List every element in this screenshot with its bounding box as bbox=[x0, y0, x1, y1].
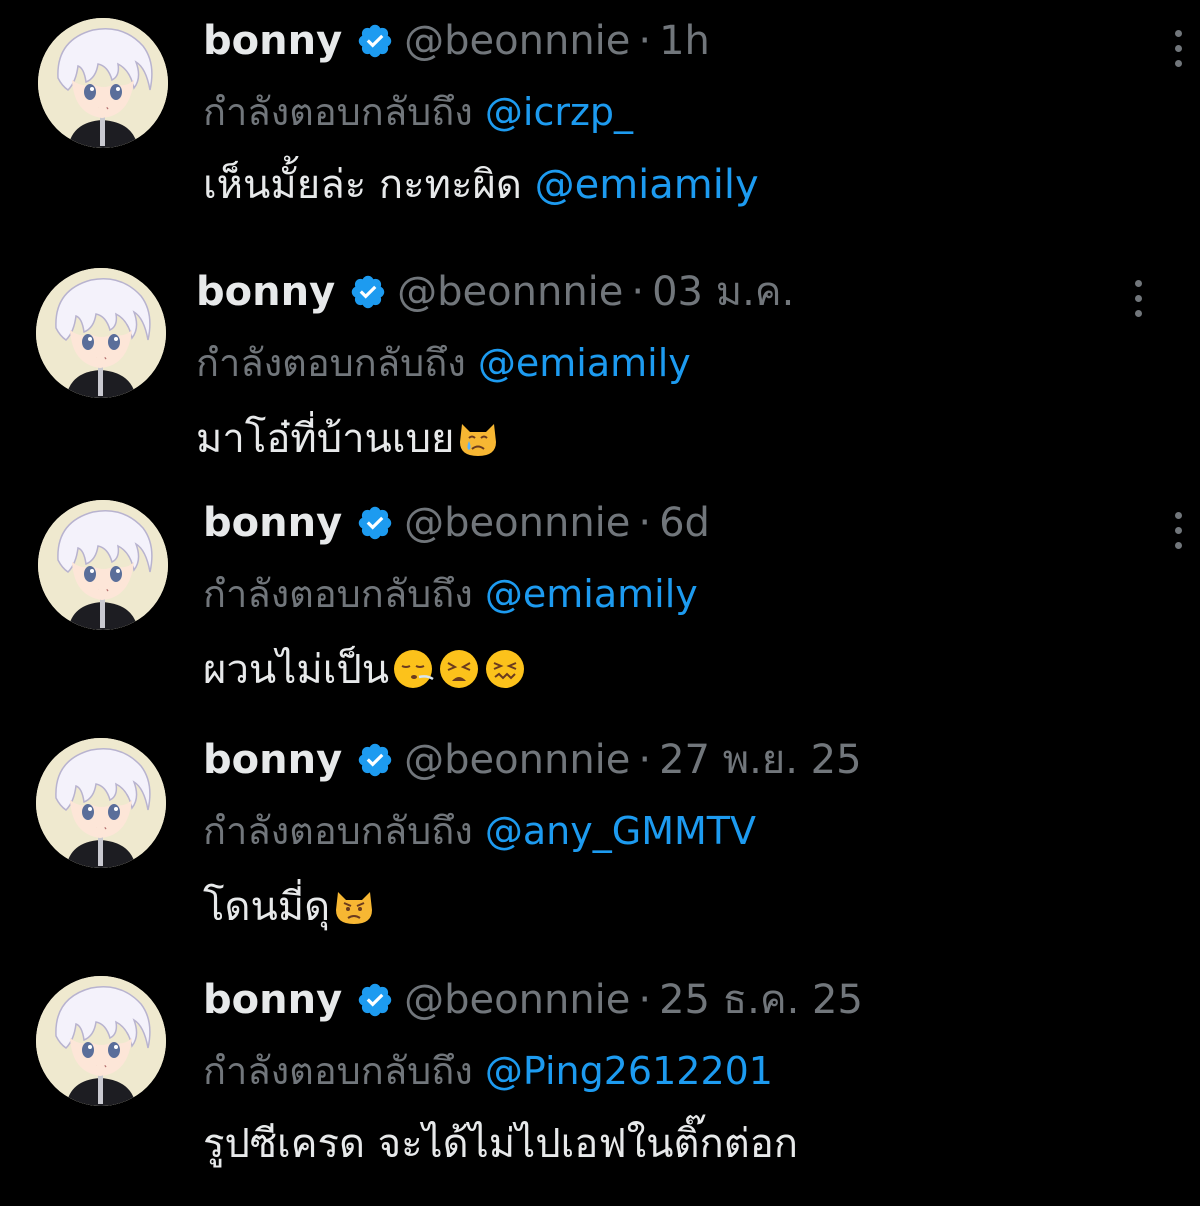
avatar[interactable] bbox=[38, 500, 168, 630]
separator-dot: · bbox=[638, 500, 652, 546]
tweet-text: ผวนไม่เป็น bbox=[203, 647, 527, 691]
replying-to-line: กำลังตอบกลับถึง @emiamily bbox=[196, 344, 691, 382]
pouting-cat-face-emoji bbox=[332, 884, 376, 928]
user-handle[interactable]: @beonnnie bbox=[404, 18, 630, 64]
avatar[interactable] bbox=[36, 268, 166, 398]
tweet-header: bonny @beonnnie · 1h bbox=[203, 21, 710, 61]
display-name[interactable]: bonny bbox=[196, 269, 335, 315]
replying-to-line: กำลังตอบกลับถึง @emiamily bbox=[203, 575, 698, 613]
separator-dot: · bbox=[638, 18, 652, 64]
tired-face-emoji bbox=[437, 647, 481, 691]
verified-badge-icon bbox=[349, 273, 387, 311]
separator-dot: · bbox=[638, 977, 652, 1023]
more-options-icon[interactable] bbox=[1168, 26, 1188, 72]
timestamp[interactable]: 25 ธ.ค. 25 bbox=[659, 977, 863, 1023]
replying-to-line: กำลังตอบกลับถึง @Ping2612201 bbox=[203, 1052, 773, 1090]
timestamp[interactable]: 1h bbox=[659, 18, 710, 64]
tweet-header: bonny @beonnnie · 6d bbox=[203, 503, 710, 543]
replying-to-line: กำลังตอบกลับถึง @any_GMMTV bbox=[203, 812, 756, 850]
tweet-text: โดนมี่ดุ bbox=[203, 884, 376, 928]
verified-badge-icon bbox=[356, 981, 394, 1019]
timestamp[interactable]: 03 ม.ค. bbox=[652, 269, 794, 315]
display-name[interactable]: bonny bbox=[203, 737, 342, 783]
display-name[interactable]: bonny bbox=[203, 18, 342, 64]
verified-badge-icon bbox=[356, 22, 394, 60]
user-handle[interactable]: @beonnnie bbox=[404, 977, 630, 1023]
tweet-text-content: รูปซีเครด จะได้ไม่ไปเอฟในติ๊กต่อก bbox=[203, 1121, 798, 1167]
replying-to-label: กำลังตอบกลับถึง bbox=[196, 341, 466, 385]
avatar[interactable] bbox=[38, 18, 168, 148]
text-mention-link[interactable]: @emiamily bbox=[535, 162, 759, 208]
reply-mention-link[interactable]: @emiamily bbox=[478, 341, 691, 385]
tweet-item[interactable]: bonny @beonnnie · 25 ธ.ค. 25 กำลังตอบกลับถึ… bbox=[0, 976, 1200, 1206]
tweet-text: เห็นมั้ยล่ะ กะทะผิด @emiamily bbox=[203, 165, 759, 205]
tweet-header: bonny @beonnnie · 25 ธ.ค. 25 bbox=[203, 980, 863, 1020]
display-name[interactable]: bonny bbox=[203, 977, 342, 1023]
more-options-icon[interactable] bbox=[1168, 508, 1188, 554]
verified-badge-icon bbox=[356, 741, 394, 779]
confounded-face-emoji bbox=[483, 647, 527, 691]
tweet-text: รูปซีเครด จะได้ไม่ไปเอฟในติ๊กต่อก bbox=[203, 1124, 798, 1164]
crying-cat-face-emoji bbox=[456, 416, 500, 460]
replying-to-label: กำลังตอบกลับถึง bbox=[203, 90, 473, 134]
face-exhaling-emoji bbox=[391, 647, 435, 691]
tweet-item[interactable]: bonny @beonnnie · 6d กำลังตอบกลับถึง @emiam… bbox=[0, 500, 1200, 730]
reply-mention-link[interactable]: @any_GMMTV bbox=[485, 809, 756, 853]
tweet-item[interactable]: bonny @beonnnie · 1h กำลังตอบกลับถึง @icrzp… bbox=[0, 18, 1200, 248]
timestamp[interactable]: 6d bbox=[659, 500, 710, 546]
user-handle[interactable]: @beonnnie bbox=[404, 737, 630, 783]
reply-feed: bonny @beonnnie · 1h กำลังตอบกลับถึง @icrzp… bbox=[0, 0, 1200, 1200]
replying-to-label: กำลังตอบกลับถึง bbox=[203, 1049, 473, 1093]
replying-to-label: กำลังตอบกลับถึง bbox=[203, 809, 473, 853]
reply-mention-link[interactable]: @emiamily bbox=[485, 572, 698, 616]
replying-to-label: กำลังตอบกลับถึง bbox=[203, 572, 473, 616]
tweet-text-content: โดนมี่ดุ bbox=[203, 884, 331, 930]
more-options-icon[interactable] bbox=[1128, 276, 1148, 322]
replying-to-line: กำลังตอบกลับถึง @icrzp_ bbox=[203, 93, 633, 131]
tweet-item[interactable]: bonny @beonnnie · 03 ม.ค. กำลังตอบกลับถึง @… bbox=[0, 268, 1200, 498]
separator-dot: · bbox=[631, 269, 645, 315]
user-handle[interactable]: @beonnnie bbox=[397, 269, 623, 315]
avatar[interactable] bbox=[36, 976, 166, 1106]
tweet-item[interactable]: bonny @beonnnie · 27 พ.ย. 25 กำลังตอบกลับถึ… bbox=[0, 738, 1200, 968]
reply-mention-link[interactable]: @icrzp_ bbox=[485, 90, 633, 134]
timestamp[interactable]: 27 พ.ย. 25 bbox=[659, 737, 861, 783]
tweet-text-content: มาโอ๋ที่บ้านเบย bbox=[196, 416, 455, 462]
tweet-text-content: ผวนไม่เป็น bbox=[203, 647, 390, 693]
avatar[interactable] bbox=[36, 738, 166, 868]
reply-mention-link[interactable]: @Ping2612201 bbox=[485, 1049, 773, 1093]
tweet-text: มาโอ๋ที่บ้านเบย bbox=[196, 416, 500, 460]
tweet-header: bonny @beonnnie · 03 ม.ค. bbox=[196, 272, 794, 312]
tweet-header: bonny @beonnnie · 27 พ.ย. 25 bbox=[203, 740, 862, 780]
user-handle[interactable]: @beonnnie bbox=[404, 500, 630, 546]
display-name[interactable]: bonny bbox=[203, 500, 342, 546]
separator-dot: · bbox=[638, 737, 652, 783]
tweet-text-content: เห็นมั้ยล่ะ กะทะผิด bbox=[203, 162, 522, 208]
verified-badge-icon bbox=[356, 504, 394, 542]
